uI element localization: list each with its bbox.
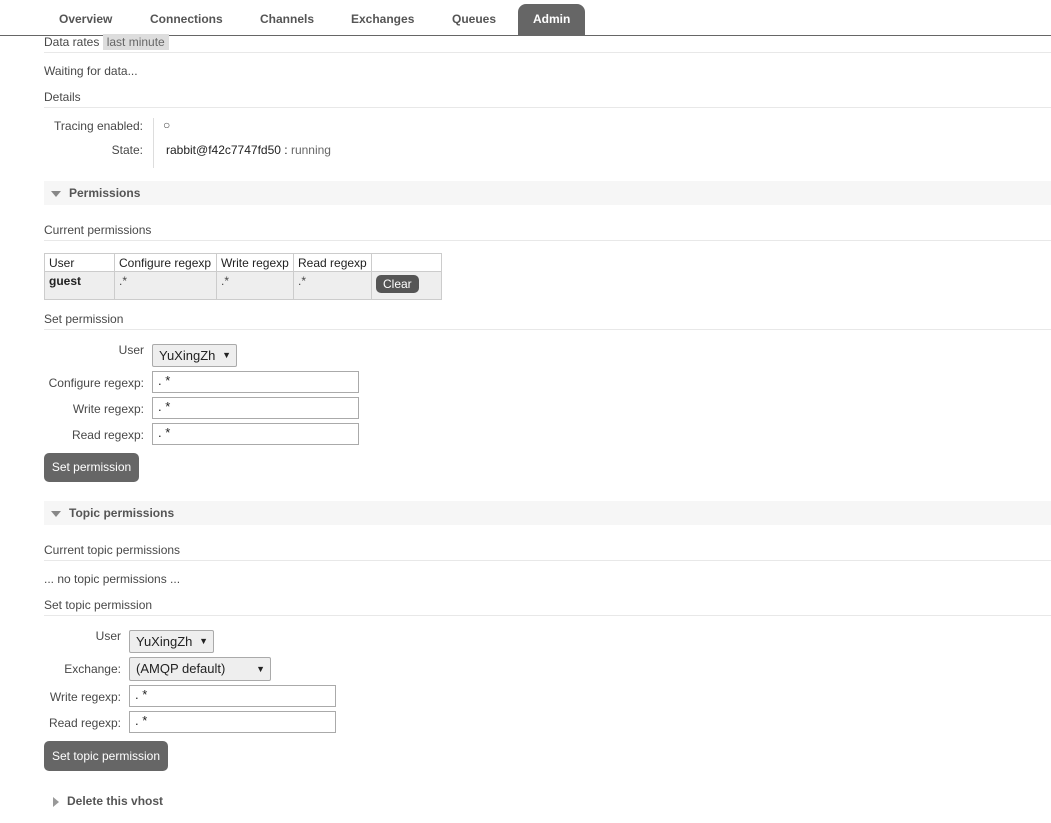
topic-write-label: Write regexp:: [49, 690, 121, 704]
details-title: Details: [44, 90, 1051, 108]
caret-down-icon: ▼: [199, 636, 208, 646]
row-configure: .*: [114, 271, 217, 300]
topic-user-selected: YuXingZh: [136, 634, 193, 649]
column-header-action: [371, 253, 442, 272]
topic-user-select[interactable]: YuXingZh ▼: [129, 630, 214, 653]
set-topic-permission-button[interactable]: Set topic permission: [44, 741, 168, 771]
current-permissions-title: Current permissions: [44, 223, 1051, 241]
column-header-write: Write regexp: [216, 253, 294, 272]
data-rates-header: Data rates last minute: [44, 34, 1051, 53]
clear-permission-button[interactable]: Clear: [376, 275, 419, 293]
perm-configure-label: Configure regexp:: [48, 376, 144, 390]
tab-exchanges[interactable]: Exchanges: [336, 4, 429, 35]
table-row: guest .* .* .* Clear: [44, 271, 442, 300]
topic-exchange-select[interactable]: (AMQP default) ▼: [129, 657, 271, 681]
row-user: guest: [44, 271, 115, 300]
tab-connections[interactable]: Connections: [135, 4, 238, 35]
topic-read-input[interactable]: . *: [129, 711, 336, 733]
no-topic-permissions-text: ... no topic permissions ...: [44, 572, 181, 586]
permissions-table: User Configure regexp Write regexp Read …: [44, 253, 442, 300]
tab-overview[interactable]: Overview: [44, 4, 127, 35]
topic-exchange-selected: (AMQP default): [136, 661, 226, 676]
tracing-value: ○: [163, 118, 171, 132]
perm-write-input[interactable]: . *: [152, 397, 359, 419]
table-header-row: User Configure regexp Write regexp Read …: [44, 253, 442, 272]
row-action-cell: Clear: [371, 271, 442, 300]
topic-permissions-section-title: Topic permissions: [69, 506, 175, 520]
tab-queues[interactable]: Queues: [437, 4, 511, 35]
triangle-down-icon: [51, 190, 61, 197]
triangle-right-icon: [53, 796, 59, 807]
data-rates-range[interactable]: last minute: [102, 34, 169, 50]
row-read: .*: [293, 271, 372, 300]
row-write: .*: [216, 271, 294, 300]
perm-user-label: User: [118, 343, 144, 357]
triangle-down-icon: [51, 510, 61, 517]
details-divider: [153, 118, 154, 168]
column-header-configure: Configure regexp: [114, 253, 217, 272]
tab-channels[interactable]: Channels: [245, 4, 329, 35]
perm-configure-input[interactable]: . *: [152, 371, 359, 393]
set-permission-button[interactable]: Set permission: [44, 453, 139, 482]
state-label: State:: [111, 143, 143, 157]
topic-exchange-label: Exchange:: [64, 662, 121, 676]
perm-read-input[interactable]: . *: [152, 423, 359, 445]
column-header-read: Read regexp: [293, 253, 372, 272]
perm-user-selected: YuXingZh: [159, 348, 216, 363]
state-value: rabbit@f42c7747fd50 : running: [166, 143, 331, 157]
data-rates-label: Data rates: [44, 35, 100, 49]
permissions-section-toggle[interactable]: Permissions: [44, 181, 1051, 205]
main-nav-tabs: Overview Connections Channels Exchanges …: [0, 0, 1051, 36]
caret-down-icon: ▼: [256, 664, 265, 674]
topic-read-label: Read regexp:: [48, 716, 121, 730]
state-status: running: [290, 143, 331, 157]
perm-write-label: Write regexp:: [72, 402, 144, 416]
set-topic-permission-title: Set topic permission: [44, 598, 1051, 616]
state-node: rabbit@f42c7747fd50 :: [166, 143, 288, 157]
column-header-user: User: [44, 253, 115, 272]
tab-admin[interactable]: Admin: [518, 4, 586, 35]
delete-vhost-title: Delete this vhost: [67, 794, 164, 808]
waiting-text: Waiting for data...: [44, 64, 138, 78]
tracing-label: Tracing enabled:: [54, 119, 143, 133]
current-topic-permissions-title: Current topic permissions: [44, 543, 1051, 561]
delete-vhost-section-toggle[interactable]: Delete this vhost: [44, 789, 163, 813]
topic-permissions-section-toggle[interactable]: Topic permissions: [44, 501, 1051, 525]
topic-write-input[interactable]: . *: [129, 685, 336, 707]
perm-read-label: Read regexp:: [71, 428, 144, 442]
set-permission-title: Set permission: [44, 312, 1051, 330]
perm-user-select[interactable]: YuXingZh ▼: [152, 344, 237, 367]
caret-down-icon: ▼: [222, 350, 231, 360]
permissions-section-title: Permissions: [69, 186, 141, 200]
topic-user-label: User: [95, 629, 121, 643]
